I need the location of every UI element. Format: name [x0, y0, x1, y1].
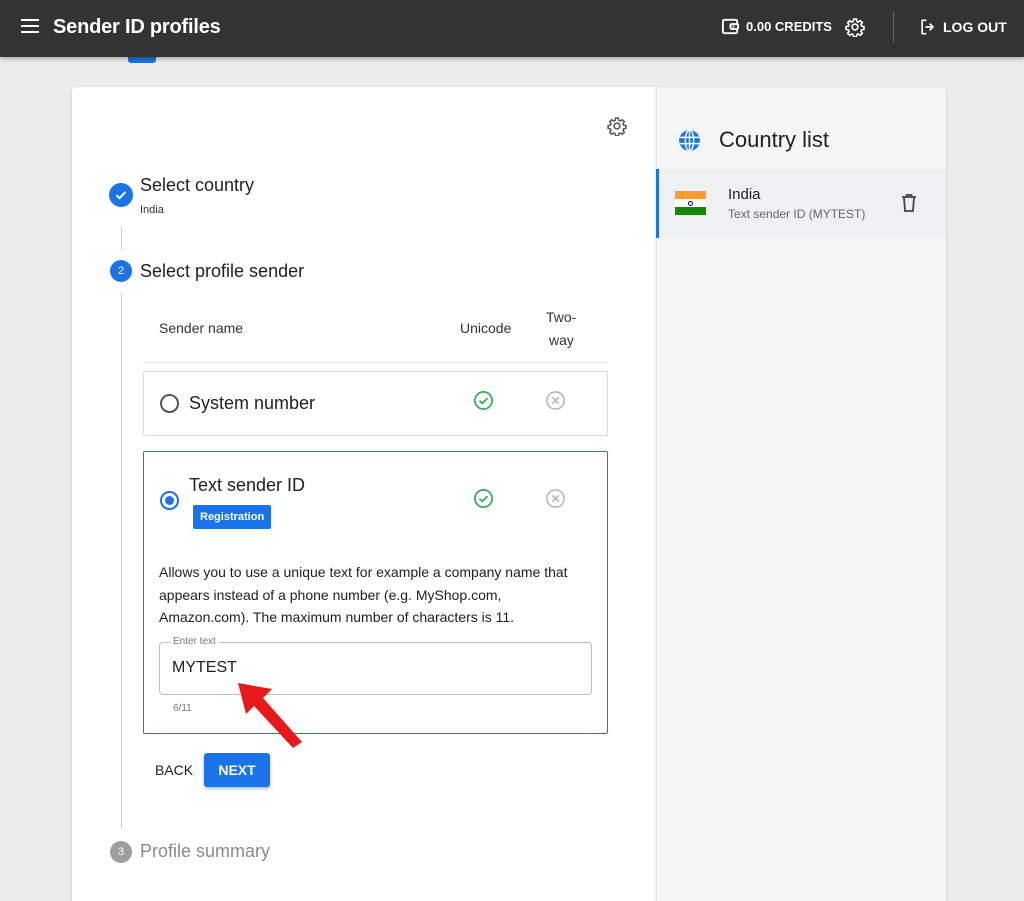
column-two-way-line2: way: [549, 332, 574, 348]
trash-icon[interactable]: [900, 193, 918, 213]
character-counter: 6/11: [173, 703, 192, 714]
globe-icon: [679, 129, 700, 152]
column-unicode: Unicode: [460, 320, 512, 336]
sender-text-input[interactable]: [172, 659, 572, 677]
credits-label: 0.00 CREDITS: [746, 19, 832, 34]
country-name: India: [728, 186, 761, 203]
radio-system-number[interactable]: [160, 394, 179, 413]
step-1-title[interactable]: Select country: [140, 175, 254, 196]
gear-icon[interactable]: [845, 17, 865, 42]
logout-label: LOG OUT: [943, 19, 1007, 35]
step-2-number: 2: [110, 260, 132, 282]
page-title: Sender ID profiles: [53, 16, 221, 38]
next-button[interactable]: NEXT: [204, 753, 270, 787]
option-description: Allows you to use a unique text for exam…: [159, 564, 568, 625]
step-3-number: 3: [110, 841, 132, 863]
divider: [893, 12, 894, 42]
x-circle-icon: [546, 391, 565, 410]
check-icon: [109, 183, 133, 207]
check-circle-icon: [474, 391, 493, 410]
registration-badge: Registration: [193, 505, 272, 529]
column-two-way-line1: Two-: [546, 309, 577, 325]
country-detail: Text sender ID (MYTEST): [728, 207, 866, 221]
x-circle-icon: [546, 489, 565, 508]
settings-gear-icon[interactable]: [607, 116, 627, 141]
logout-icon: [921, 19, 935, 35]
step-2-title: Select profile sender: [140, 261, 305, 281]
radio-text-sender-id[interactable]: [160, 491, 179, 510]
column-sender-name: Sender name: [159, 320, 244, 336]
arrow-annotation: [238, 683, 302, 748]
check-circle-icon: [474, 489, 493, 508]
india-flag-icon: [675, 191, 706, 215]
step-connector: [121, 226, 122, 250]
wallet-icon: [721, 18, 740, 35]
header-divider: [143, 362, 608, 363]
text-field-label: Enter text: [170, 636, 219, 647]
option-label: System number: [189, 393, 316, 413]
credits-button[interactable]: 0.00 CREDITS: [721, 17, 832, 36]
top-app-bar: Sender ID profiles 0.00 CREDITS LOG OUT: [0, 0, 1024, 57]
step-3-title: Profile summary: [140, 841, 271, 861]
back-button[interactable]: BACK: [148, 754, 200, 786]
step-1-subtitle: India: [140, 204, 164, 216]
country-list-title: Country list: [719, 127, 830, 152]
scrolled-step-indicator: [128, 57, 156, 63]
option-label: Text sender ID: [189, 475, 306, 495]
logout-button[interactable]: LOG OUT: [918, 17, 1007, 37]
step-connector: [121, 292, 122, 829]
menu-icon[interactable]: [21, 19, 39, 33]
